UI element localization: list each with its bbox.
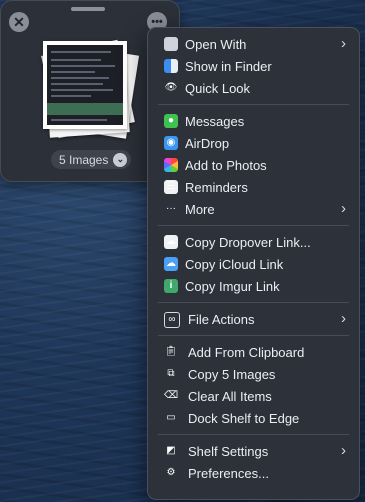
copy-icon: ⧉ — [167, 368, 175, 379]
eye-icon: 👁 — [164, 82, 178, 93]
menu-item-open-with[interactable]: Open With › — [148, 33, 359, 55]
menu-item-label: Preferences... — [188, 466, 269, 481]
chevron-down-icon: ⌄ — [113, 152, 128, 167]
photos-icon — [164, 158, 178, 172]
menu-item-clear-all-items[interactable]: ⌫ Clear All Items — [148, 385, 359, 407]
menu-item-quick-look[interactable]: 👁 Quick Look — [148, 77, 359, 99]
reminders-icon: ☰ — [164, 180, 178, 194]
context-menu: Open With › Show in Finder 👁 Quick Look … — [147, 27, 360, 500]
menu-item-copy-dropover-link[interactable]: ☁ Copy Dropover Link... — [148, 231, 359, 253]
menu-item-more[interactable]: ··· More › — [148, 198, 359, 220]
menu-divider — [158, 434, 349, 435]
menu-item-label: Add From Clipboard — [188, 345, 305, 360]
menu-item-label: Add to Photos — [185, 158, 267, 173]
image-stack[interactable] — [39, 39, 140, 139]
image-count-label: 5 Images — [59, 152, 109, 167]
more-dots-icon: ··· — [166, 203, 176, 214]
menu-item-label: Copy 5 Images — [188, 367, 276, 382]
menu-item-copy-images[interactable]: ⧉ Copy 5 Images — [148, 363, 359, 385]
menu-item-copy-imgur-link[interactable]: i Copy Imgur Link — [148, 275, 359, 297]
submenu-chevron-icon: › — [341, 35, 346, 52]
menu-divider — [158, 104, 349, 105]
messages-icon: ● — [164, 114, 178, 128]
open-with-icon — [164, 37, 178, 51]
menu-item-copy-icloud-link[interactable]: ☁ Copy iCloud Link — [148, 253, 359, 275]
menu-item-label: Open With — [185, 37, 247, 52]
gear-icon: ⚙ — [166, 467, 176, 478]
menu-item-label: Dock Shelf to Edge — [188, 411, 300, 426]
menu-item-add-to-photos[interactable]: Add to Photos — [148, 154, 359, 176]
clear-icon: ⌫ — [163, 390, 179, 401]
menu-item-label: File Actions — [188, 312, 255, 327]
menu-item-airdrop[interactable]: ◉ AirDrop — [148, 132, 359, 154]
menu-item-label: Clear All Items — [188, 389, 272, 404]
submenu-chevron-icon: › — [341, 442, 346, 459]
submenu-chevron-icon: › — [341, 200, 346, 217]
image-thumbnail — [43, 41, 127, 129]
menu-divider — [158, 225, 349, 226]
file-actions-icon: ∞ — [164, 312, 180, 328]
close-icon[interactable]: ✕ — [9, 12, 29, 32]
menu-divider — [158, 302, 349, 303]
menu-item-file-actions[interactable]: ∞ File Actions › — [148, 308, 359, 330]
menu-item-label: Reminders — [185, 180, 248, 195]
menu-item-label: Messages — [185, 114, 245, 129]
shelf-settings-icon: ◩ — [166, 445, 176, 456]
clipboard-icon: 📋︎ — [164, 346, 178, 357]
menu-item-dock-shelf[interactable]: ▭ Dock Shelf to Edge — [148, 407, 359, 429]
menu-item-label: AirDrop — [185, 136, 230, 151]
menu-item-label: More — [185, 202, 215, 217]
menu-item-label: Quick Look — [185, 81, 251, 96]
menu-item-label: Copy iCloud Link — [185, 257, 284, 272]
dock-icon: ▭ — [166, 412, 176, 423]
menu-item-preferences[interactable]: ⚙ Preferences... — [148, 462, 359, 484]
menu-item-reminders[interactable]: ☰ Reminders — [148, 176, 359, 198]
menu-item-label: Show in Finder — [185, 59, 272, 74]
drag-handle[interactable] — [71, 7, 105, 11]
submenu-chevron-icon: › — [341, 310, 346, 327]
imgur-icon: i — [164, 279, 178, 293]
menu-divider — [158, 335, 349, 336]
menu-item-label: Shelf Settings — [188, 444, 269, 459]
menu-item-label: Copy Dropover Link... — [185, 235, 311, 250]
menu-item-messages[interactable]: ● Messages — [148, 110, 359, 132]
dropover-cloud-icon: ☁ — [164, 235, 178, 249]
menu-item-label: Copy Imgur Link — [185, 279, 280, 294]
airdrop-icon: ◉ — [164, 136, 178, 150]
image-count-button[interactable]: 5 Images ⌄ — [51, 150, 132, 169]
icloud-icon: ☁ — [164, 257, 178, 271]
menu-item-show-in-finder[interactable]: Show in Finder — [148, 55, 359, 77]
thumbnail-preview — [47, 45, 123, 125]
menu-item-shelf-settings[interactable]: ◩ Shelf Settings › — [148, 440, 359, 462]
menu-item-add-from-clipboard[interactable]: 📋︎ Add From Clipboard — [148, 341, 359, 363]
finder-icon — [164, 59, 178, 73]
